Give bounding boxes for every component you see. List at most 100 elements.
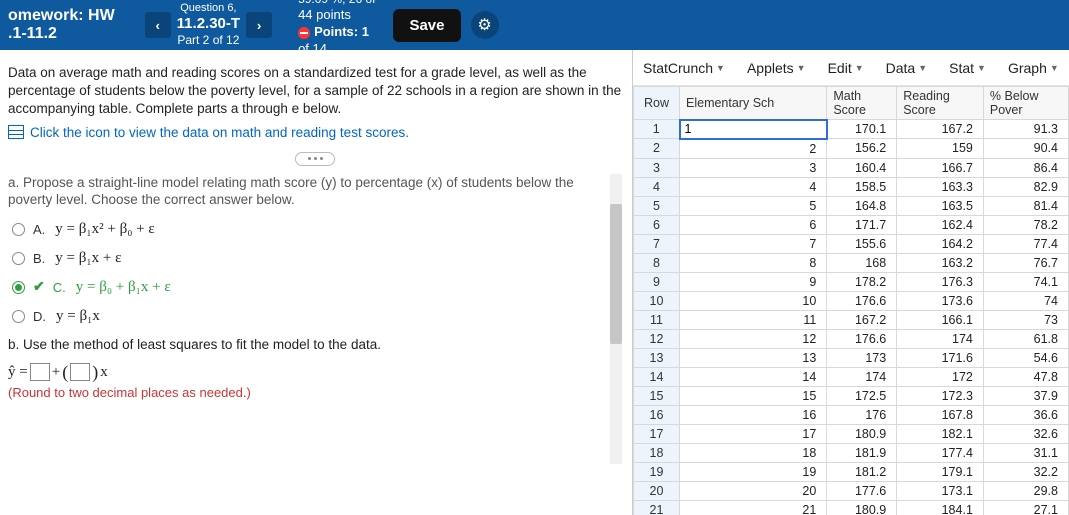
cell[interactable]: 170.1: [827, 120, 897, 139]
cell[interactable]: 166.7: [897, 158, 984, 177]
cell[interactable]: 180.9: [827, 424, 897, 443]
row-header[interactable]: 8: [634, 253, 680, 272]
cell[interactable]: 19: [680, 462, 827, 481]
row-header[interactable]: 20: [634, 481, 680, 500]
cell[interactable]: 176.6: [827, 329, 897, 348]
cell[interactable]: 27.1: [983, 500, 1068, 515]
menu-statcrunch[interactable]: StatCrunch▼: [643, 60, 725, 76]
cell[interactable]: 167.8: [897, 405, 984, 424]
cell[interactable]: 160.4: [827, 158, 897, 177]
cell[interactable]: 32.6: [983, 424, 1068, 443]
cell[interactable]: 172.5: [827, 386, 897, 405]
cell[interactable]: 86.4: [983, 158, 1068, 177]
cell[interactable]: 181.2: [827, 462, 897, 481]
cell[interactable]: 156.2: [827, 139, 897, 159]
cell[interactable]: 29.8: [983, 481, 1068, 500]
radio-d[interactable]: [12, 310, 25, 323]
cell[interactable]: 18: [680, 443, 827, 462]
col-poverty[interactable]: % Below Pover: [983, 87, 1068, 120]
row-header[interactable]: 19: [634, 462, 680, 481]
cell[interactable]: 82.9: [983, 177, 1068, 196]
cell[interactable]: 13: [680, 348, 827, 367]
cell[interactable]: 176.6: [827, 291, 897, 310]
cell[interactable]: 54.6: [983, 348, 1068, 367]
row-header[interactable]: 10: [634, 291, 680, 310]
cell[interactable]: 168: [827, 253, 897, 272]
cell[interactable]: 16: [680, 405, 827, 424]
cell[interactable]: 37.9: [983, 386, 1068, 405]
gear-icon[interactable]: ⚙: [471, 11, 499, 39]
option-c[interactable]: ✔ C.y = β₀ + β₁x + ε: [12, 279, 608, 296]
row-header[interactable]: 17: [634, 424, 680, 443]
row-header[interactable]: 13: [634, 348, 680, 367]
cell[interactable]: 171.7: [827, 215, 897, 234]
cell[interactable]: 180.9: [827, 500, 897, 515]
col-reading[interactable]: Reading Score: [897, 87, 984, 120]
cell[interactable]: 12: [680, 329, 827, 348]
menu-edit[interactable]: Edit▼: [828, 60, 864, 76]
intercept-input[interactable]: [30, 363, 50, 381]
cell[interactable]: 7: [680, 234, 827, 253]
row-header[interactable]: 1: [634, 120, 680, 139]
cell[interactable]: 171.6: [897, 348, 984, 367]
cell[interactable]: 81.4: [983, 196, 1068, 215]
cell[interactable]: 3: [680, 158, 827, 177]
cell[interactable]: 91.3: [983, 120, 1068, 139]
cell[interactable]: 164.2: [897, 234, 984, 253]
cell[interactable]: 184.1: [897, 500, 984, 515]
row-header[interactable]: 16: [634, 405, 680, 424]
scrollbar-thumb[interactable]: [610, 204, 622, 344]
cell[interactable]: 172: [897, 367, 984, 386]
cell[interactable]: 32.2: [983, 462, 1068, 481]
cell[interactable]: 179.1: [897, 462, 984, 481]
cell[interactable]: 6: [680, 215, 827, 234]
cell[interactable]: 36.6: [983, 405, 1068, 424]
cell[interactable]: 5: [680, 196, 827, 215]
cell[interactable]: 74.1: [983, 272, 1068, 291]
cell[interactable]: 31.1: [983, 443, 1068, 462]
cell[interactable]: 176: [827, 405, 897, 424]
cell[interactable]: 172.3: [897, 386, 984, 405]
cell[interactable]: 162.4: [897, 215, 984, 234]
cell[interactable]: 163.2: [897, 253, 984, 272]
active-cell-input[interactable]: [681, 121, 826, 138]
radio-c[interactable]: [12, 281, 25, 294]
col-row[interactable]: Row: [634, 87, 680, 120]
option-a[interactable]: A.y = β₁x² + β₀ + ε: [12, 221, 608, 238]
cell[interactable]: 77.4: [983, 234, 1068, 253]
option-b[interactable]: B.y = β₁x + ε: [12, 250, 608, 267]
cell[interactable]: 17: [680, 424, 827, 443]
cell[interactable]: 155.6: [827, 234, 897, 253]
slope-input[interactable]: [70, 363, 90, 381]
col-school[interactable]: Elementary Sch: [680, 87, 827, 120]
row-header[interactable]: 15: [634, 386, 680, 405]
cell[interactable]: 181.9: [827, 443, 897, 462]
cell[interactable]: 15: [680, 386, 827, 405]
cell[interactable]: 9: [680, 272, 827, 291]
row-header[interactable]: 7: [634, 234, 680, 253]
cell[interactable]: 11: [680, 310, 827, 329]
row-header[interactable]: 14: [634, 367, 680, 386]
cell[interactable]: 4: [680, 177, 827, 196]
row-header[interactable]: 5: [634, 196, 680, 215]
cell[interactable]: 166.1: [897, 310, 984, 329]
prev-question-button[interactable]: ‹: [145, 12, 171, 38]
cell[interactable]: 182.1: [897, 424, 984, 443]
cell[interactable]: 173.6: [897, 291, 984, 310]
cell[interactable]: 78.2: [983, 215, 1068, 234]
cell[interactable]: 74: [983, 291, 1068, 310]
row-header[interactable]: 21: [634, 500, 680, 515]
cell[interactable]: 21: [680, 500, 827, 515]
next-question-button[interactable]: ›: [246, 12, 272, 38]
menu-applets[interactable]: Applets▼: [747, 60, 806, 76]
menu-stat[interactable]: Stat▼: [949, 60, 986, 76]
more-icon[interactable]: [295, 152, 335, 166]
cell[interactable]: 8: [680, 253, 827, 272]
cell[interactable]: 163.5: [897, 196, 984, 215]
cell[interactable]: 61.8: [983, 329, 1068, 348]
cell[interactable]: 159: [897, 139, 984, 159]
col-math[interactable]: Math Score: [827, 87, 897, 120]
row-header[interactable]: 18: [634, 443, 680, 462]
data-table[interactable]: Row Elementary Sch Math Score Reading Sc…: [633, 86, 1069, 515]
row-header[interactable]: 2: [634, 139, 680, 159]
